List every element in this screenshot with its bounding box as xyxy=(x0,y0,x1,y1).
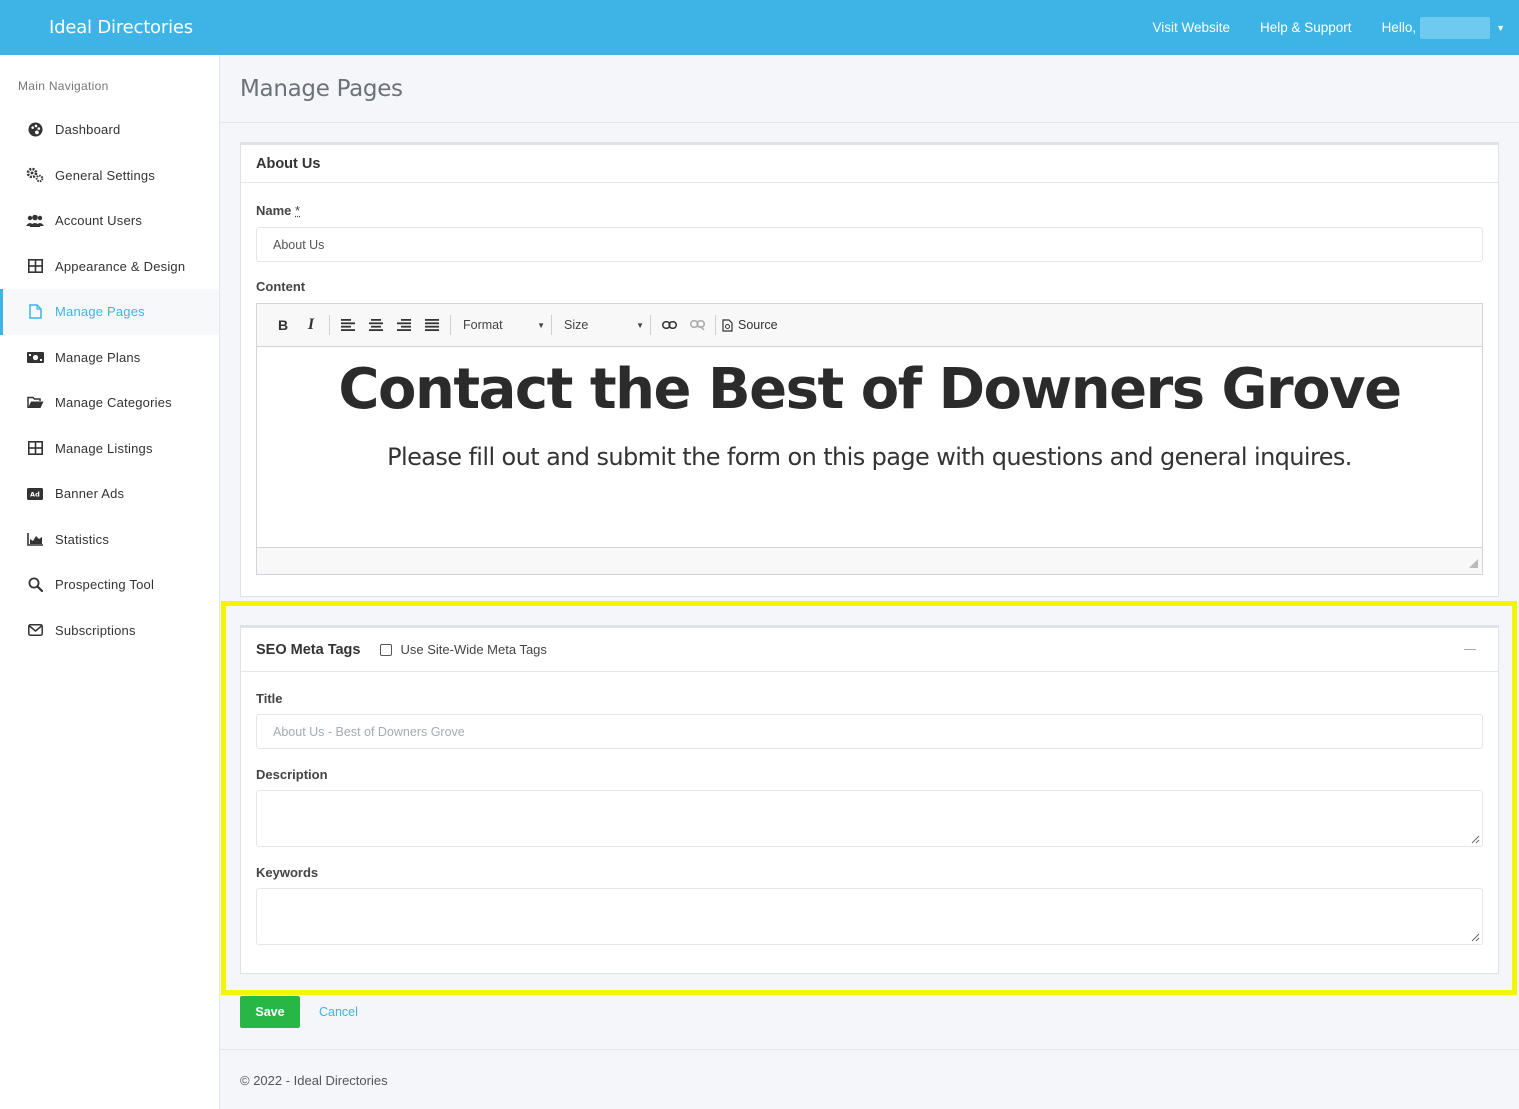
sidebar-item-label: Manage Listings xyxy=(55,440,153,456)
source-button[interactable]: Source xyxy=(722,318,778,332)
format-label: Format xyxy=(463,318,503,332)
sidebar-item-statistics[interactable]: Statistics xyxy=(0,517,219,563)
sidebar-item-account-users[interactable]: Account Users xyxy=(0,198,219,244)
caret-down-icon: ▼ xyxy=(1496,22,1505,33)
palette-icon xyxy=(26,121,44,139)
link-button[interactable] xyxy=(657,314,681,336)
sidebar-item-label: Manage Categories xyxy=(55,395,172,411)
italic-button[interactable]: I xyxy=(299,314,323,336)
grid-icon xyxy=(26,257,44,275)
ad-icon: Ad xyxy=(26,485,44,503)
cancel-link[interactable]: Cancel xyxy=(319,1005,358,1019)
page-edit-card: About Us Name * About Us Content B I For… xyxy=(240,142,1499,597)
sidebar-item-label: Appearance & Design xyxy=(55,258,186,274)
toolbar-separator xyxy=(715,315,716,335)
grid-icon xyxy=(26,439,44,457)
unlink-icon xyxy=(689,320,705,330)
sidebar-item-label: Prospecting Tool xyxy=(55,577,155,593)
card-title: About Us xyxy=(241,145,1498,183)
editor-content[interactable]: Contact the Best of Downers Grove Please… xyxy=(257,347,1482,547)
sidebar-item-manage-pages[interactable]: Manage Pages xyxy=(0,289,219,335)
envelope-icon xyxy=(26,621,44,639)
sidebar-item-label: General Settings xyxy=(55,167,156,183)
page-title: Manage Pages xyxy=(240,76,403,102)
bold-button[interactable]: B xyxy=(271,314,295,336)
sidebar: Main Navigation Dashboard General Settin… xyxy=(0,55,220,1109)
sidebar-item-manage-plans[interactable]: Manage Plans xyxy=(0,335,219,381)
name-label: Name * xyxy=(256,203,300,218)
align-center-button[interactable] xyxy=(364,314,388,336)
caret-down-icon: ▼ xyxy=(636,320,644,330)
sidebar-item-banner-ads[interactable]: Ad Banner Ads xyxy=(0,471,219,517)
toolbar-separator xyxy=(551,315,552,335)
file-icon xyxy=(26,303,44,321)
sidebar-item-appearance-design[interactable]: Appearance & Design xyxy=(0,244,219,290)
svg-text:Ad: Ad xyxy=(30,490,40,498)
top-nav: Visit Website Help & Support Hello, ▼ xyxy=(1122,16,1519,39)
name-label-text: Name xyxy=(256,203,292,218)
editor-toolbar: B I Format ▼ Size ▼ Source xyxy=(257,304,1482,347)
sidebar-item-label: Dashboard xyxy=(55,122,121,138)
align-center-icon xyxy=(369,319,383,331)
size-label: Size xyxy=(564,318,589,332)
size-dropdown[interactable]: Size ▼ xyxy=(558,314,648,336)
redacted-username xyxy=(1420,16,1491,39)
folder-open-icon xyxy=(26,394,44,412)
toolbar-separator xyxy=(650,315,651,335)
align-left-button[interactable] xyxy=(336,314,360,336)
justify-button[interactable] xyxy=(420,314,444,336)
name-input[interactable]: About Us xyxy=(256,227,1483,262)
align-left-icon xyxy=(341,319,355,331)
hello-label: Hello, xyxy=(1381,20,1417,35)
toolbar-separator xyxy=(450,315,451,335)
content-heading: Contact the Best of Downers Grove xyxy=(338,357,1402,422)
justify-icon xyxy=(425,319,439,331)
sidebar-item-label: Banner Ads xyxy=(55,486,125,502)
sidebar-item-manage-listings[interactable]: Manage Listings xyxy=(0,426,219,472)
area-chart-icon xyxy=(26,530,44,548)
footer-divider xyxy=(220,1049,1519,1050)
footer-copyright: © 2022 - Ideal Directories xyxy=(240,1073,388,1088)
nav-heading: Main Navigation xyxy=(18,79,109,93)
resize-handle-icon[interactable] xyxy=(1469,559,1478,568)
top-bar: Ideal Directories Visit Website Help & S… xyxy=(0,0,1519,55)
money-icon xyxy=(26,348,44,366)
sidebar-item-label: Statistics xyxy=(55,531,110,547)
sidebar-item-prospecting-tool[interactable]: Prospecting Tool xyxy=(0,562,219,608)
sidebar-item-label: Manage Pages xyxy=(55,304,145,320)
source-icon xyxy=(722,318,733,332)
required-marker: * xyxy=(295,203,301,218)
sidebar-item-general-settings[interactable]: General Settings xyxy=(0,153,219,199)
format-dropdown[interactable]: Format ▼ xyxy=(457,314,549,336)
user-menu[interactable]: Hello, ▼ xyxy=(1381,16,1505,39)
help-support-link[interactable]: Help & Support xyxy=(1260,20,1352,35)
search-icon xyxy=(26,576,44,594)
highlight-annotation xyxy=(221,601,1517,995)
rich-text-editor: B I Format ▼ Size ▼ Source Contact the B… xyxy=(256,303,1483,575)
content-paragraph: Please fill out and submit the form on t… xyxy=(387,443,1352,471)
cogs-icon xyxy=(26,166,44,184)
editor-statusbar xyxy=(257,547,1482,574)
sidebar-item-label: Account Users xyxy=(55,213,143,229)
page-header: Manage Pages xyxy=(220,55,1519,123)
content-label: Content xyxy=(256,279,306,294)
align-right-button[interactable] xyxy=(392,314,416,336)
toolbar-separator xyxy=(329,315,330,335)
caret-down-icon: ▼ xyxy=(537,320,545,330)
sidebar-item-dashboard[interactable]: Dashboard xyxy=(0,107,219,153)
users-icon xyxy=(26,212,44,230)
link-icon xyxy=(661,321,677,329)
sidebar-item-label: Manage Plans xyxy=(55,349,141,365)
visit-website-link[interactable]: Visit Website xyxy=(1152,20,1230,35)
save-button[interactable]: Save xyxy=(240,996,300,1028)
sidebar-item-label: Subscriptions xyxy=(55,622,136,638)
unlink-button[interactable] xyxy=(685,314,709,336)
source-label: Source xyxy=(738,318,778,332)
sidebar-item-manage-categories[interactable]: Manage Categories xyxy=(0,380,219,426)
align-right-icon xyxy=(397,319,411,331)
sidebar-item-subscriptions[interactable]: Subscriptions xyxy=(0,608,219,654)
brand-logo[interactable]: Ideal Directories xyxy=(0,17,220,38)
